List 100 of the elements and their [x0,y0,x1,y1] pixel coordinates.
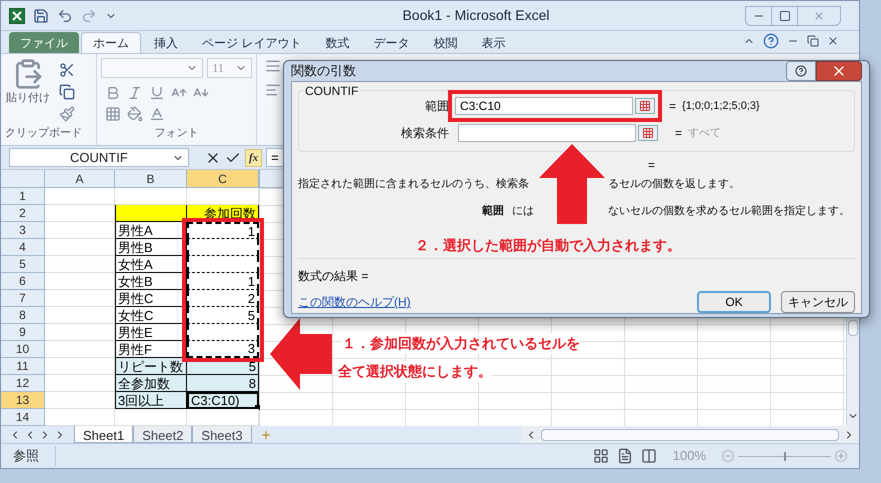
page-layout-icon[interactable] [616,448,633,464]
table-cell: 5 [187,307,259,324]
table-cell: 男性F [115,341,187,358]
scroll-thumb[interactable] [848,320,858,336]
table-cell: 男性B [115,239,187,256]
horizontal-scroll-thumb[interactable] [541,428,839,440]
italic-icon[interactable] [127,85,143,101]
dialog-button[interactable]: OK [697,291,771,313]
row-header[interactable]: 14 [1,409,45,426]
argument-name: 範囲 [482,204,504,218]
restore-icon[interactable] [807,35,819,47]
row-header[interactable]: 9 [1,324,45,341]
row-header[interactable]: 5 [1,256,45,273]
argument-field[interactable] [458,124,636,142]
argument-description: ないセルの個数を求めるセル範囲を指定します。 [608,204,850,218]
table-cell: 男性A [115,222,187,239]
row-header[interactable]: 13 [1,392,45,409]
underline-icon[interactable] [149,85,165,101]
align-icon[interactable] [265,58,281,74]
ribbon-tab[interactable]: 表示 [470,32,516,53]
help-button[interactable] [786,61,816,81]
column-header[interactable]: C [187,170,259,187]
formula-result-label: 数式の結果 = [298,268,370,285]
dialog-title: 関数の引数 [291,62,356,80]
maximize-icon[interactable] [778,10,790,22]
zoom-slider[interactable] [738,452,831,460]
ribbon-tab[interactable]: ページ レイアウト [191,32,312,53]
borders-icon[interactable] [105,106,121,122]
collapse-dialog-icon[interactable] [639,100,651,112]
collapse-dialog-icon[interactable] [642,127,654,139]
sheet-tab[interactable]: Sheet1 [74,426,134,443]
help-icon[interactable] [795,65,807,77]
font-name-field[interactable] [101,58,204,78]
row-header[interactable]: 10 [1,341,45,358]
function-description: るセルの個数を返します。 [608,177,740,192]
page-break-icon[interactable] [640,448,657,464]
cut-icon[interactable] [59,62,75,78]
status-mode: 参照 [13,446,56,466]
row-header[interactable]: 4 [1,239,45,256]
sheet-tab[interactable]: Sheet2 [133,426,192,443]
table-cell: C3:C10) [187,392,259,409]
row-header[interactable]: 7 [1,290,45,307]
insert-sheet-icon[interactable] [260,428,272,440]
table-cell: 3回以上 [115,392,187,409]
name-box[interactable]: COUNTIF [9,148,189,167]
ribbon-tab[interactable]: ファイル [9,32,79,53]
format-painter-icon[interactable] [59,106,75,122]
row-header[interactable]: 2 [1,205,45,222]
align-icon[interactable] [265,82,281,98]
table-cell: 女性A [115,256,187,273]
row-header[interactable]: 12 [1,375,45,392]
argument-label: 範囲 [425,98,449,115]
normal-view-icon[interactable] [592,448,609,464]
callout-text: 全て選択状態にします。 [338,361,492,382]
function-description: 指定された範囲に含まれるセルのうち、検索条 [298,178,529,190]
row-header[interactable]: 8 [1,307,45,324]
group-label: フォント [154,126,200,140]
table-cell: リピート数 [115,358,187,375]
table-cell: 3 [187,341,259,358]
dialog-button[interactable]: キャンセル [781,291,855,313]
row-header[interactable]: 3 [1,222,45,239]
formula-result-equals: = [648,157,656,174]
fill-color-icon[interactable] [127,106,143,122]
ribbon-tab[interactable]: 校閲 [422,32,468,53]
table-cell: 女性C [115,307,187,324]
argument-result: {1;0;0;1;2;5;0;3} [682,98,760,114]
argument-label: 検索条件 [401,125,449,142]
row-header[interactable]: 6 [1,273,45,290]
ribbon-tab[interactable]: 挿入 [143,32,189,53]
window-title: Book1 - Microsoft Excel [402,6,550,25]
ribbon-tab[interactable]: 数式 [314,32,360,53]
undo-icon[interactable] [57,8,73,24]
table-cell: 1 [187,222,259,239]
help-link[interactable]: この関数のヘルプ(H) [298,293,411,311]
font-color-icon[interactable] [149,106,165,122]
close-icon[interactable] [827,35,839,47]
table-cell: 2 [187,290,259,307]
ribbon-tab[interactable]: データ [362,32,420,53]
column-header[interactable]: A [45,170,115,187]
group-label: クリップボード [4,126,83,140]
argument-field[interactable]: C3:C10 [455,97,633,115]
insert-function-button[interactable]: fx [245,148,262,166]
collapse-dialog-button[interactable] [635,98,655,114]
equals-sign: = [668,98,676,115]
argument-result: すべて [688,126,722,141]
excel-logo-icon [9,8,25,24]
ribbon-tab[interactable]: ホーム [81,32,141,53]
table-cell: 男性E [115,324,187,341]
up-arrow-icon [539,144,605,224]
sheet-tab[interactable]: Sheet3 [192,426,252,443]
equals-sign: = [674,125,682,142]
close-button[interactable] [816,61,862,81]
row-header[interactable]: 1 [1,188,45,205]
row-header[interactable]: 11 [1,358,45,375]
argument-description: には [512,204,534,218]
collapse-dialog-button[interactable] [638,125,658,141]
paste-label[interactable]: 貼り付け [6,90,50,106]
save-icon[interactable] [33,8,49,24]
copy-icon[interactable] [59,84,75,100]
table-cell: 全参加数 [115,375,187,392]
